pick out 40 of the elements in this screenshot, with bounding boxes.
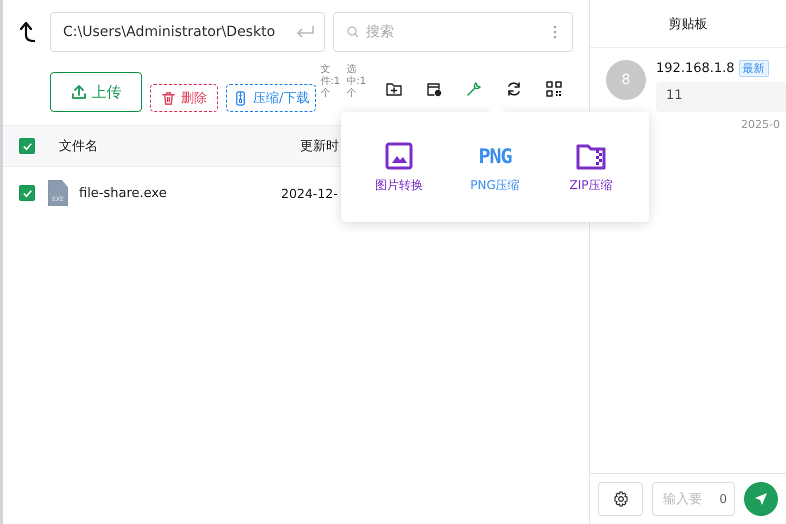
message-bubble: 11 <box>656 82 786 112</box>
qr-code-icon[interactable] <box>546 81 562 97</box>
upload-icon <box>70 84 86 100</box>
send-button[interactable] <box>744 482 778 516</box>
send-icon <box>753 491 769 507</box>
search-field[interactable]: 搜索 <box>333 12 573 52</box>
trash-icon <box>161 90 176 106</box>
checkmark-icon <box>22 188 32 198</box>
count-label: 文件:1个 <box>320 64 342 100</box>
character-count: 0 <box>719 492 727 506</box>
sender-address: 192.168.1.8 <box>656 61 735 76</box>
latest-tag: 最新 <box>738 60 769 77</box>
column-header: 文件名 <box>59 138 99 155</box>
message-time: 2025-0 <box>740 118 780 131</box>
tool-menu-item[interactable]: 图片转换 <box>359 140 439 194</box>
png-mark: PNG <box>478 142 512 170</box>
upload-button[interactable]: 上传 <box>50 72 142 112</box>
count-label: 选中:1个 <box>346 64 368 100</box>
delete-button[interactable]: 删除 <box>150 84 218 112</box>
compress-download-button[interactable]: 压缩/下载 <box>226 84 316 112</box>
search-icon <box>347 26 359 38</box>
checkbox[interactable] <box>19 185 35 201</box>
settings-button[interactable] <box>598 482 643 516</box>
checkmark-icon <box>22 140 32 152</box>
wrench-icon[interactable] <box>466 81 482 97</box>
settings-icon <box>612 491 628 507</box>
tool-menu-item[interactable]: ZIP压缩 <box>551 140 631 194</box>
menu-item-label: PNG压缩 <box>470 176 520 194</box>
new-folder-icon[interactable] <box>386 81 402 97</box>
image-icon <box>384 140 414 170</box>
path-field[interactable]: C:\Users\Administrator\Deskto <box>50 12 325 52</box>
menu-item-label: 图片转换 <box>375 176 423 194</box>
panel-title: 剪贴板 <box>668 16 708 32</box>
checkbox[interactable] <box>19 138 35 154</box>
zip-icon <box>233 90 248 106</box>
table-cell: 2024-12- <box>281 186 338 200</box>
column-header: 更新时 <box>300 138 339 155</box>
file-name[interactable]: file-share.exe <box>79 186 281 200</box>
refresh-icon[interactable] <box>506 81 522 97</box>
menu-item-label: ZIP压缩 <box>570 176 612 194</box>
